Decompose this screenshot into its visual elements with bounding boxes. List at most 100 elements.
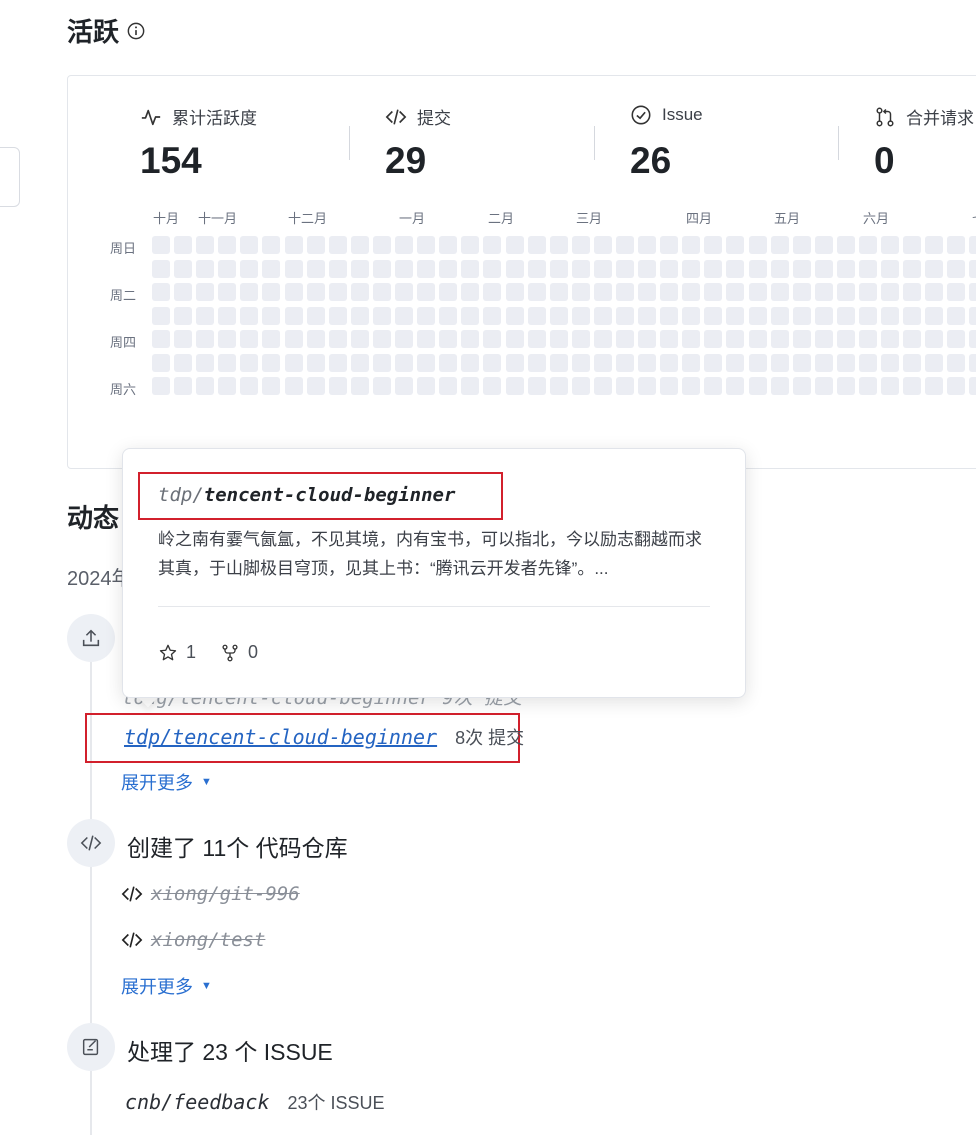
heatmap-cell[interactable] bbox=[615, 283, 634, 301]
heatmap-cell[interactable] bbox=[483, 377, 502, 395]
repo-list-item[interactable]: xiong/git-996 bbox=[121, 883, 300, 905]
heatmap-cell[interactable] bbox=[881, 377, 900, 395]
heatmap-cell[interactable] bbox=[350, 353, 369, 372]
heatmap-cell[interactable] bbox=[814, 377, 833, 395]
heatmap-cell[interactable] bbox=[350, 259, 369, 278]
heatmap-cell[interactable] bbox=[328, 236, 347, 254]
heatmap-cell[interactable] bbox=[218, 353, 237, 372]
heatmap-cell[interactable] bbox=[483, 259, 502, 278]
heatmap-cell[interactable] bbox=[615, 353, 634, 372]
heatmap-cell[interactable] bbox=[152, 377, 170, 395]
heatmap-cell[interactable] bbox=[262, 306, 281, 325]
heatmap-cell[interactable] bbox=[925, 330, 944, 348]
heatmap-cell[interactable] bbox=[240, 306, 259, 325]
heatmap-cell[interactable] bbox=[925, 283, 944, 301]
heatmap-cell[interactable] bbox=[836, 377, 855, 395]
heatmap-cell[interactable] bbox=[836, 283, 855, 301]
heatmap-cell[interactable] bbox=[903, 259, 922, 278]
heatmap-cell[interactable] bbox=[262, 330, 281, 348]
heatmap-cell[interactable] bbox=[549, 377, 568, 395]
heatmap-cell[interactable] bbox=[814, 306, 833, 325]
heatmap-cell[interactable] bbox=[527, 330, 546, 348]
heatmap-cell[interactable] bbox=[881, 259, 900, 278]
heatmap-cell[interactable] bbox=[925, 377, 944, 395]
heatmap-cell[interactable] bbox=[836, 236, 855, 254]
heatmap-cell[interactable] bbox=[969, 259, 976, 278]
heatmap-cell[interactable] bbox=[836, 330, 855, 348]
heatmap-cell[interactable] bbox=[881, 236, 900, 254]
heatmap-cell[interactable] bbox=[859, 236, 877, 254]
heatmap-cell[interactable] bbox=[903, 330, 922, 348]
heatmap-cell[interactable] bbox=[505, 283, 524, 301]
heatmap-cell[interactable] bbox=[505, 306, 524, 325]
heatmap-cell[interactable] bbox=[814, 330, 833, 348]
heatmap-cell[interactable] bbox=[549, 306, 568, 325]
heatmap-cell[interactable] bbox=[350, 377, 369, 395]
heatmap-cell[interactable] bbox=[704, 283, 723, 301]
heatmap-cell[interactable] bbox=[682, 377, 701, 395]
heatmap-cell[interactable] bbox=[284, 306, 303, 325]
heatmap-cell[interactable] bbox=[461, 353, 480, 372]
heatmap-cell[interactable] bbox=[527, 306, 546, 325]
heatmap-cell[interactable] bbox=[571, 330, 590, 348]
heatmap-cell[interactable] bbox=[439, 259, 458, 278]
heatmap-cell[interactable] bbox=[174, 353, 193, 372]
heatmap-cell[interactable] bbox=[196, 377, 215, 395]
heatmap-cell[interactable] bbox=[593, 283, 612, 301]
heatmap-cell[interactable] bbox=[328, 353, 347, 372]
issue-repo-link[interactable]: cnb/feedback bbox=[125, 1090, 270, 1114]
heatmap-cell[interactable] bbox=[593, 306, 612, 325]
heatmap-cell[interactable] bbox=[770, 259, 789, 278]
heatmap-cell[interactable] bbox=[174, 330, 193, 348]
heatmap-cell[interactable] bbox=[748, 353, 767, 372]
heatmap-cell[interactable] bbox=[306, 353, 325, 372]
heatmap-cell[interactable] bbox=[770, 306, 789, 325]
heatmap-cell[interactable] bbox=[660, 330, 679, 348]
heatmap-cell[interactable] bbox=[395, 259, 414, 278]
heatmap-cell[interactable] bbox=[770, 236, 789, 254]
heatmap-cell[interactable] bbox=[925, 306, 944, 325]
heatmap-cell[interactable] bbox=[571, 377, 590, 395]
heatmap-cell[interactable] bbox=[903, 306, 922, 325]
heatmap-cell[interactable] bbox=[615, 259, 634, 278]
heatmap-cell[interactable] bbox=[660, 259, 679, 278]
heatmap-cell[interactable] bbox=[306, 236, 325, 254]
heatmap-cell[interactable] bbox=[571, 236, 590, 254]
heatmap-cell[interactable] bbox=[704, 236, 723, 254]
heatmap-cell[interactable] bbox=[328, 330, 347, 348]
heatmap-cell[interactable] bbox=[262, 353, 281, 372]
heatmap-cell[interactable] bbox=[417, 236, 436, 254]
heatmap-cell[interactable] bbox=[682, 236, 701, 254]
heatmap-cell[interactable] bbox=[704, 377, 723, 395]
heatmap-cell[interactable] bbox=[726, 259, 745, 278]
heatmap-cell[interactable] bbox=[925, 236, 944, 254]
heatmap-cell[interactable] bbox=[947, 353, 966, 372]
heatmap-cell[interactable] bbox=[395, 236, 414, 254]
heatmap-cell[interactable] bbox=[682, 330, 701, 348]
heatmap-cell[interactable] bbox=[218, 377, 237, 395]
heatmap-cell[interactable] bbox=[306, 330, 325, 348]
heatmap-cell[interactable] bbox=[152, 330, 170, 348]
heatmap-cell[interactable] bbox=[395, 353, 414, 372]
heatmap-cell[interactable] bbox=[505, 236, 524, 254]
heatmap-cell[interactable] bbox=[682, 306, 701, 325]
heatmap-cell[interactable] bbox=[439, 330, 458, 348]
heatmap-cell[interactable] bbox=[549, 353, 568, 372]
heatmap-cell[interactable] bbox=[284, 353, 303, 372]
heatmap-cell[interactable] bbox=[660, 306, 679, 325]
heatmap-cell[interactable] bbox=[770, 377, 789, 395]
heatmap-cell[interactable] bbox=[814, 353, 833, 372]
heatmap-cell[interactable] bbox=[571, 353, 590, 372]
heatmap-cell[interactable] bbox=[174, 283, 193, 301]
heatmap-cell[interactable] bbox=[417, 353, 436, 372]
heatmap-cell[interactable] bbox=[660, 353, 679, 372]
heatmap-cell[interactable] bbox=[836, 353, 855, 372]
heatmap-cell[interactable] bbox=[461, 377, 480, 395]
heatmap-cell[interactable] bbox=[174, 236, 193, 254]
heatmap-cell[interactable] bbox=[638, 259, 657, 278]
heatmap-cell[interactable] bbox=[262, 236, 281, 254]
heatmap-cell[interactable] bbox=[372, 283, 391, 301]
heatmap-cell[interactable] bbox=[859, 306, 877, 325]
heatmap-cell[interactable] bbox=[969, 377, 976, 395]
heatmap-cell[interactable] bbox=[372, 330, 391, 348]
